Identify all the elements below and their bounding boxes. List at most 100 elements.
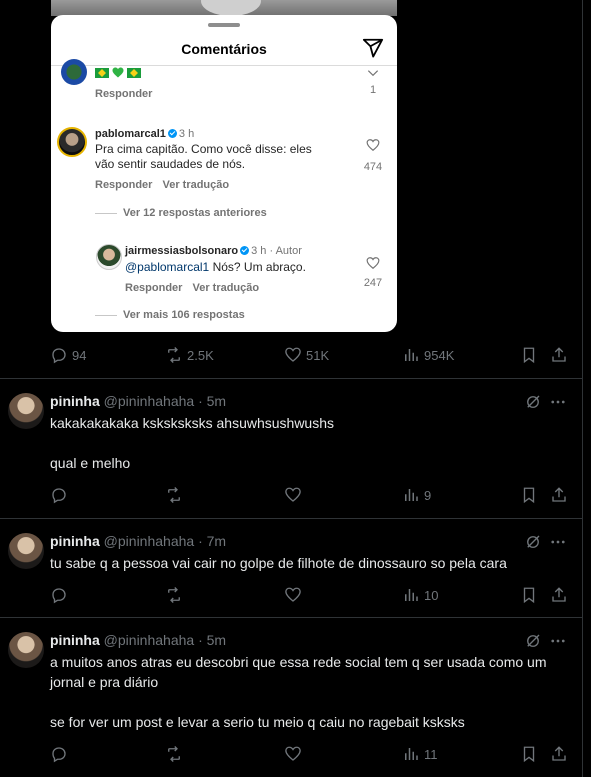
reply-icon — [52, 747, 66, 763]
reply-tweet[interactable]: pininha @pininhahaha · 7m tu sabe q a pe… — [0, 518, 583, 617]
views-icon — [405, 748, 418, 760]
views-button[interactable]: 11 — [402, 744, 438, 764]
bookmark-button[interactable] — [520, 585, 538, 605]
more-icon[interactable] — [549, 632, 567, 650]
views-count: 954K — [424, 347, 455, 363]
share-button[interactable] — [550, 485, 568, 505]
reply-tweet[interactable]: pininha @pininhahaha · 5m a muitos anos … — [0, 617, 583, 777]
comment-text: Pra cima capitão. Como você disse: eles … — [95, 142, 345, 172]
comment-user[interactable]: pablomarcal1 — [95, 128, 166, 140]
reply-user[interactable]: jairmessiasbolsonaro — [125, 245, 238, 257]
bookmark-icon — [523, 347, 535, 364]
repost-icon — [168, 347, 180, 363]
repost-button[interactable] — [165, 585, 183, 605]
translate-link[interactable]: Ver tradução — [192, 282, 259, 294]
view-more-replies[interactable]: Ver mais 106 respostas — [95, 309, 245, 321]
share-button[interactable] — [550, 744, 568, 764]
view-previous-label: Ver 12 respostas anteriores — [123, 207, 267, 219]
heart-icon[interactable] — [366, 256, 380, 270]
handle[interactable]: @pininhahaha — [104, 393, 195, 409]
display-name[interactable]: pininha — [50, 533, 100, 549]
comment-avatar — [61, 59, 87, 85]
avatar[interactable] — [8, 393, 44, 429]
comment-text-line: Pra cima capitão. Como você disse: eles — [95, 142, 312, 156]
reply-button[interactable] — [50, 485, 68, 505]
share-icon — [552, 487, 566, 502]
display-name[interactable]: pininha — [50, 632, 100, 648]
reply-time: 3 h — [251, 245, 267, 257]
like-count: 51K — [306, 347, 330, 363]
like-button[interactable] — [284, 585, 302, 605]
share-icon — [552, 347, 566, 362]
heart-icon — [285, 347, 301, 362]
grok-icon[interactable] — [524, 393, 542, 411]
reply-link[interactable]: Responder — [95, 179, 152, 191]
heart-icon[interactable] — [366, 138, 380, 152]
repost-button[interactable]: 2.5K — [165, 345, 214, 365]
scrollbar[interactable] — [583, 0, 591, 777]
reply-button[interactable] — [50, 585, 68, 605]
mention-link[interactable]: @pablomarcal1 — [125, 260, 209, 274]
reply-header: jairmessiasbolsonaro 3 h · Autor — [125, 245, 302, 257]
like-count: 1 — [369, 84, 377, 96]
sheet-handle — [208, 23, 240, 27]
handle[interactable]: @pininhahaha — [104, 533, 195, 549]
like-button[interactable] — [284, 485, 302, 505]
reply-button[interactable] — [50, 744, 68, 764]
bookmark-button[interactable] — [520, 345, 538, 365]
heart-icon — [285, 746, 301, 761]
share-icon — [552, 587, 566, 602]
more-icon[interactable] — [549, 393, 567, 411]
display-name[interactable]: pininha — [50, 393, 100, 409]
views-icon — [405, 489, 418, 501]
tweet-line: a muitos anos atras eu descobri que essa… — [50, 654, 547, 690]
views-button[interactable]: 9 — [402, 485, 431, 505]
reply-icon — [52, 488, 66, 504]
like-button[interactable]: 51K — [284, 345, 329, 365]
verified-icon — [167, 129, 177, 138]
reply-link[interactable]: Responder — [95, 88, 152, 100]
handle[interactable]: @pininhahaha — [104, 632, 195, 648]
grok-icon[interactable] — [524, 632, 542, 650]
repost-button[interactable] — [165, 744, 183, 764]
repost-icon — [168, 746, 180, 762]
avatar[interactable] — [8, 632, 44, 668]
tweet-header: pininha @pininhahaha · 5m — [50, 632, 227, 648]
views-button[interactable]: 954K — [402, 345, 454, 365]
translate-link[interactable]: Ver tradução — [162, 179, 229, 191]
author-tag: Autor — [275, 245, 302, 257]
reply-button[interactable]: 94 — [50, 345, 86, 365]
comment-time: 3 h — [178, 128, 195, 140]
tweet-text: a muitos anos atras eu descobri que essa… — [50, 652, 569, 732]
more-icon[interactable] — [549, 533, 567, 551]
reply-tweet[interactable]: pininha @pininhahaha · 5m kakakakakaka k… — [0, 378, 583, 518]
reply-link[interactable]: Responder — [125, 282, 182, 294]
comments-sheet: Comentários Responder 1 pablomarcal1 3 h … — [51, 15, 397, 332]
repost-count: 2.5K — [187, 347, 214, 363]
share-button[interactable] — [550, 345, 568, 365]
brazil-flag-icon — [95, 67, 109, 78]
share-button[interactable] — [550, 585, 568, 605]
grok-icon[interactable] — [524, 533, 542, 551]
bookmark-button[interactable] — [520, 744, 538, 764]
tweet-line: qual e melho — [50, 455, 131, 471]
post-media[interactable]: Comentários Responder 1 pablomarcal1 3 h … — [0, 0, 583, 380]
like-count: 247 — [363, 277, 383, 289]
bookmark-button[interactable] — [520, 485, 538, 505]
like-button[interactable] — [284, 744, 302, 764]
view-previous-replies[interactable]: Ver 12 respostas anteriores — [95, 207, 267, 219]
comment-avatar — [57, 127, 87, 157]
tweet-header: pininha @pininhahaha · 7m — [50, 533, 227, 549]
send-icon — [362, 38, 384, 58]
timestamp[interactable]: 7m — [207, 533, 226, 549]
timestamp[interactable]: 5m — [207, 393, 226, 409]
reply-actions: Responder Ver tradução — [125, 282, 269, 294]
avatar[interactable] — [8, 533, 44, 569]
sheet-title: Comentários — [181, 41, 267, 57]
comment-text-line: vão sentir saudades de nós. — [95, 157, 246, 171]
timestamp[interactable]: 5m — [207, 632, 226, 648]
comment-emojis — [95, 65, 144, 79]
repost-button[interactable] — [165, 485, 183, 505]
views-button[interactable]: 10 — [402, 585, 438, 605]
timeline: Comentários Responder 1 pablomarcal1 3 h … — [0, 0, 583, 777]
